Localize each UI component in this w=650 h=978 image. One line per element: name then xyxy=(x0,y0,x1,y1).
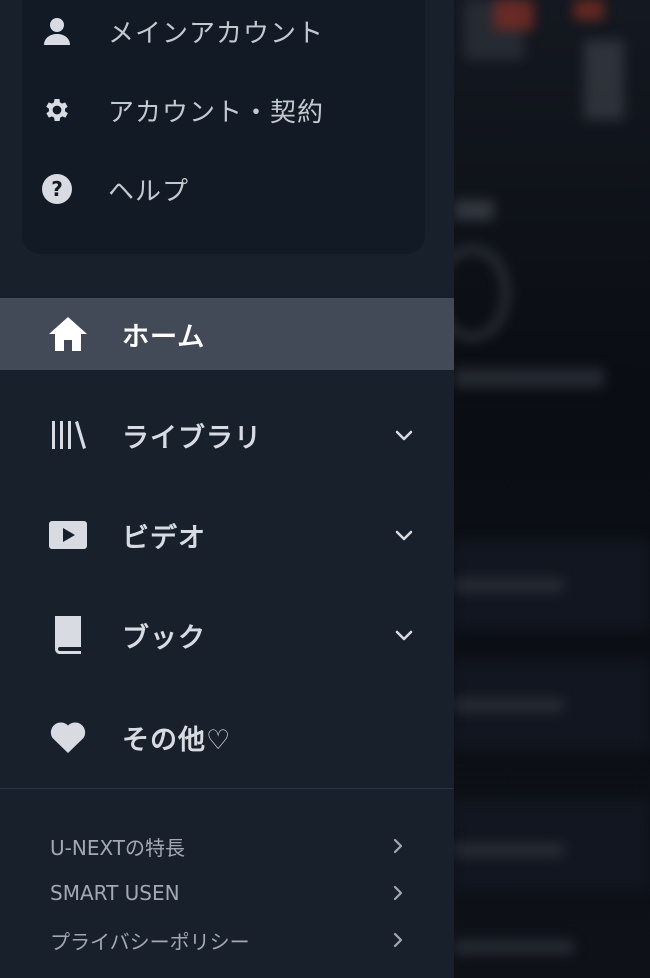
chevron-down-icon[interactable] xyxy=(392,423,416,447)
footer-link-smart-usen[interactable]: SMART USEN xyxy=(50,878,410,908)
nav-item-label: ブック xyxy=(122,622,206,654)
background-content xyxy=(454,0,650,978)
account-item-main-account[interactable]: メインアカウント xyxy=(40,9,324,53)
chevron-down-icon[interactable] xyxy=(392,623,416,647)
gear-icon xyxy=(40,93,74,127)
home-icon xyxy=(48,314,88,354)
divider xyxy=(0,788,454,789)
heart-icon xyxy=(48,717,88,757)
bg-blur xyxy=(454,698,564,712)
nav-item-label: ホーム xyxy=(122,321,206,353)
nav-item-video[interactable]: ビデオ xyxy=(0,499,454,571)
book-icon xyxy=(48,615,88,655)
bg-blur xyxy=(454,368,604,388)
user-icon xyxy=(40,14,74,48)
account-item-account-contract[interactable]: アカウント・契約 xyxy=(40,88,324,132)
nav-item-home[interactable]: ホーム xyxy=(0,298,454,370)
help-icon: ? xyxy=(40,172,74,206)
nav-item-other[interactable]: その他♡ xyxy=(0,701,454,773)
nav-item-label: ビデオ xyxy=(122,522,206,554)
chevron-down-icon[interactable] xyxy=(392,523,416,547)
account-item-help[interactable]: ? ヘルプ xyxy=(40,167,189,211)
account-item-label: アカウント・契約 xyxy=(108,97,325,128)
footer-link-label: SMART USEN xyxy=(50,881,180,905)
chevron-right-icon xyxy=(393,885,403,901)
nav-item-book[interactable]: ブック xyxy=(0,599,454,671)
bg-blur xyxy=(454,200,494,220)
bg-blur xyxy=(454,940,574,954)
bg-blur xyxy=(494,0,534,30)
footer-link-label: プライバシーポリシー xyxy=(50,929,250,954)
nav-item-label: その他♡ xyxy=(122,724,232,756)
bg-blur xyxy=(454,245,510,341)
bg-blur xyxy=(454,843,564,857)
account-item-label: ヘルプ xyxy=(108,176,190,207)
svg-text:?: ? xyxy=(51,177,63,201)
account-item-label: メインアカウント xyxy=(108,18,325,49)
bg-blur xyxy=(574,0,604,20)
nav-item-library[interactable]: ライブラリ xyxy=(0,399,454,471)
chevron-right-icon xyxy=(393,932,403,948)
footer-link-privacy-policy[interactable]: プライバシーポリシー xyxy=(50,925,410,955)
footer-link-label: U-NEXTの特長 xyxy=(50,835,186,860)
video-play-icon xyxy=(48,515,88,555)
chevron-right-icon xyxy=(393,838,403,854)
nav-item-label: ライブラリ xyxy=(122,422,262,454)
footer-link-features[interactable]: U-NEXTの特長 xyxy=(50,831,410,861)
bg-blur xyxy=(584,40,624,120)
library-icon xyxy=(48,415,88,455)
bg-blur xyxy=(454,578,564,592)
side-menu: メインアカウント アカウント・契約 ? ヘルプ ホーム ライブラリ ビデオ ブッ… xyxy=(0,0,454,978)
